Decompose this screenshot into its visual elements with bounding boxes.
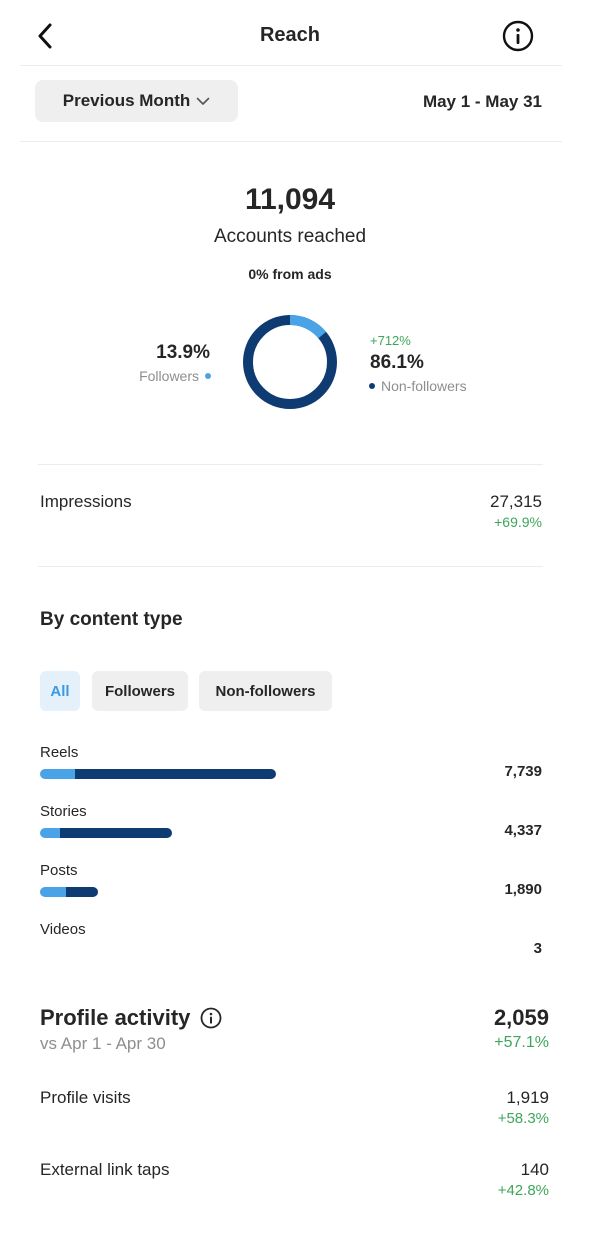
bar-followers-segment (40, 887, 66, 897)
bar-nonfollowers-segment (75, 769, 276, 779)
content-type-bar-stories (40, 828, 172, 838)
external-link-taps-label: External link taps (40, 1160, 170, 1179)
followers-legend-label: Followers (139, 368, 199, 384)
nonfollowers-dot-icon (369, 383, 375, 389)
profile-visits-label: Profile visits (40, 1088, 131, 1107)
followers-percentage: 13.9% (156, 342, 210, 363)
followers-legend: Followers (139, 368, 211, 384)
followers-dot-icon (205, 373, 211, 379)
profile-visits-value: 1,919 (506, 1088, 549, 1107)
impressions-divider (38, 566, 543, 567)
filter-divider (20, 141, 562, 142)
bar-nonfollowers-segment (60, 828, 172, 838)
nonfollowers-legend: Non-followers (369, 378, 467, 394)
impressions-value: 27,315 (490, 492, 542, 511)
period-dropdown[interactable]: Previous Month (35, 80, 238, 122)
info-icon (502, 20, 534, 52)
info-button[interactable] (500, 18, 536, 54)
impressions-change: +69.9% (494, 514, 542, 530)
content-type-value-stories: 4,337 (504, 822, 542, 839)
profile-activity-value: 2,059 (493, 1005, 549, 1030)
content-type-label-videos: Videos (40, 921, 86, 938)
nonfollowers-change: +712% (370, 333, 411, 348)
profile-activity-header: Profile activity (40, 1005, 222, 1031)
bar-followers-segment (40, 769, 75, 779)
profile-visits-change: +58.3% (497, 1110, 549, 1127)
content-type-bar-posts (40, 887, 98, 897)
bar-nonfollowers-segment (66, 887, 98, 897)
content-type-label-posts: Posts (40, 862, 78, 879)
reach-donut-chart (243, 315, 337, 409)
date-range: May 1 - May 31 (422, 92, 542, 111)
content-type-label-stories: Stories (40, 803, 87, 820)
chevron-down-icon (196, 97, 210, 105)
impressions-label: Impressions (40, 492, 132, 511)
content-type-value-posts: 1,890 (504, 881, 542, 898)
content-type-title: By content type (40, 609, 183, 630)
page-title: Reach (259, 24, 321, 46)
profile-activity-change: +57.1% (494, 1034, 549, 1051)
external-link-taps-change: +42.8% (497, 1182, 549, 1199)
nonfollowers-legend-label: Non-followers (381, 378, 467, 394)
chip-all[interactable]: All (40, 671, 80, 711)
period-label: Previous Month (62, 91, 191, 110)
nonfollowers-percentage: 86.1% (370, 352, 424, 373)
content-type-value-reels: 7,739 (504, 763, 542, 780)
header-divider (20, 65, 562, 66)
profile-activity-comparison: vs Apr 1 - Apr 30 (40, 1034, 166, 1053)
info-icon[interactable] (200, 1007, 222, 1029)
ads-share-label: 0% from ads (248, 266, 332, 282)
chip-followers[interactable]: Followers (92, 671, 188, 711)
content-type-value-videos: 3 (533, 940, 542, 957)
profile-activity-title: Profile activity (40, 1005, 191, 1030)
accounts-reached-label: Accounts reached (213, 226, 367, 247)
content-type-label-reels: Reels (40, 744, 79, 761)
content-type-bar-reels (40, 769, 276, 779)
chip-nonfollowers[interactable]: Non-followers (199, 671, 332, 711)
external-link-taps-value: 140 (520, 1160, 549, 1179)
accounts-reached-value: 11,094 (244, 183, 336, 216)
summary-divider (38, 464, 543, 465)
bar-followers-segment (40, 828, 60, 838)
